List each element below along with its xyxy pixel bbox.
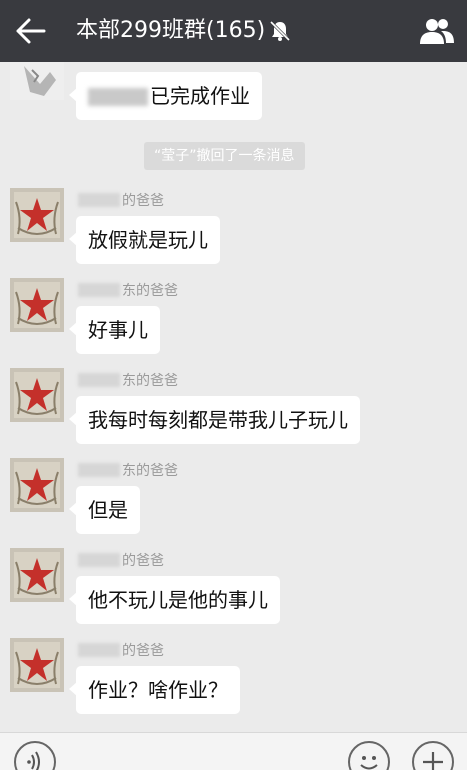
- bell-off-icon: [269, 20, 291, 42]
- group-members-button[interactable]: [419, 16, 455, 46]
- back-button[interactable]: [14, 16, 48, 46]
- avatar[interactable]: [10, 548, 64, 602]
- sender-name: 的爸爸: [78, 550, 164, 570]
- input-bar: [0, 732, 467, 770]
- message-bubble[interactable]: 他不玩儿是他的事儿: [69, 576, 280, 624]
- group-members-icon: [420, 19, 454, 44]
- message-bubble[interactable]: 放假就是玩儿: [69, 216, 220, 264]
- message-bubble[interactable]: 已完成作业: [69, 72, 262, 120]
- voice-button[interactable]: [14, 741, 56, 770]
- plus-icon: [423, 752, 443, 770]
- sender-name: 东的爸爸: [78, 370, 178, 390]
- avatar[interactable]: [10, 188, 64, 242]
- message-bubble[interactable]: 但是: [69, 486, 140, 534]
- message-text: 已完成作业: [150, 84, 250, 108]
- avatar[interactable]: [10, 458, 64, 512]
- message-bubble[interactable]: 好事儿: [69, 306, 160, 354]
- more-button[interactable]: [412, 741, 454, 770]
- system-notice: “莹子”撤回了一条消息: [144, 142, 305, 170]
- avatar[interactable]: [10, 278, 64, 332]
- emoji-icon: [360, 756, 378, 770]
- chat-header: 本部299班群(165): [0, 0, 467, 62]
- avatar[interactable]: [10, 368, 64, 422]
- arrow-left-icon: [16, 18, 46, 44]
- message-bubble[interactable]: 作业？啥作业？: [69, 666, 240, 714]
- message-bubble[interactable]: 我每时每刻都是带我儿子玩儿: [69, 396, 360, 444]
- chat-title: 本部299班群(165): [76, 18, 266, 43]
- emoji-button[interactable]: [348, 741, 390, 770]
- avatar[interactable]: [10, 62, 64, 100]
- blurred-name: [88, 88, 148, 106]
- voice-icon: [27, 751, 40, 770]
- avatar[interactable]: [10, 638, 64, 692]
- sender-name: 的爸爸: [78, 640, 164, 660]
- sender-name: 的爸爸: [78, 190, 164, 210]
- sender-name: 东的爸爸: [78, 460, 178, 480]
- sender-name: 东的爸爸: [78, 280, 178, 300]
- chat-area[interactable]: 已完成作业 “莹子”撤回了一条消息 的爸爸 放假就是玩儿 东的爸爸 好事儿 东的…: [0, 62, 467, 732]
